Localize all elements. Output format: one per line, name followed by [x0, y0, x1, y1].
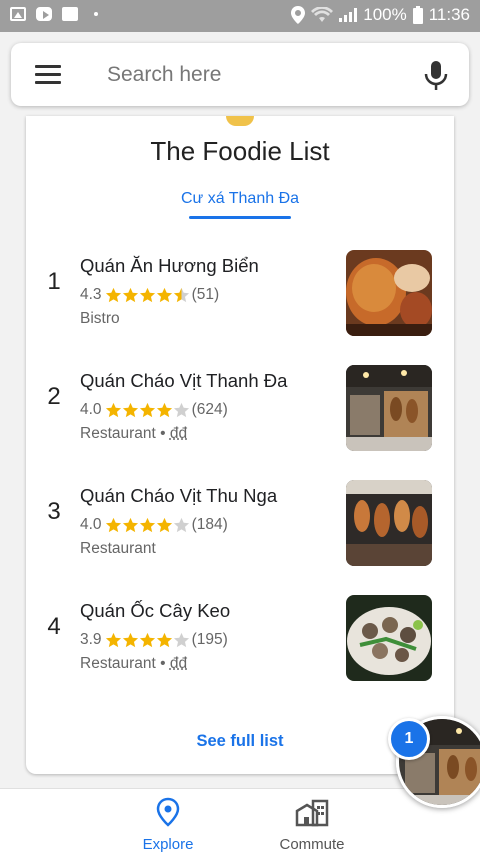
tab-commute-label: Commute [279, 836, 345, 853]
wifi-icon [311, 7, 334, 22]
star-icon [105, 287, 121, 302]
place-name: Quán Ăn Hương Biển [80, 255, 259, 276]
gallery-notification-icon [10, 7, 26, 21]
star-icon [122, 287, 138, 302]
rank-number: 1 [47, 268, 61, 295]
youtube-notification-icon [36, 7, 52, 21]
star-icon [173, 287, 189, 302]
list-item[interactable]: 2 Quán Cháo Vịt Thanh Đa 4.0 (624) Resta… [26, 365, 454, 465]
search-input[interactable] [107, 55, 407, 95]
place-meta: Restaurant [80, 540, 156, 558]
rank-number: 4 [47, 613, 61, 640]
microphone-icon[interactable] [423, 61, 449, 91]
place-name: Quán Cháo Vịt Thu Nga [80, 485, 278, 506]
price-level: đđ [169, 425, 188, 442]
place-name: Quán Cháo Vịt Thanh Đa [80, 370, 288, 391]
star-icon [122, 517, 138, 532]
rating-row: 4.0 (624) [80, 401, 228, 419]
list-item[interactable]: 4 Quán Ốc Cây Keo 3.9 (195) Restaurant •… [26, 595, 454, 695]
activity-notification-icon [62, 7, 78, 21]
more-notifications-dot-icon [94, 12, 98, 16]
list-item[interactable]: 3 Quán Cháo Vịt Thu Nga 4.0 (184) Restau… [26, 480, 454, 580]
commute-buildings-icon [295, 799, 329, 827]
rating-value: 4.3 [80, 286, 102, 303]
place-type: Restaurant [80, 655, 156, 672]
rating-row: 4.0 (184) [80, 516, 228, 534]
price-level: đđ [169, 655, 188, 672]
tab-explore[interactable]: Explore [113, 797, 223, 853]
review-count: (51) [191, 286, 220, 303]
tab-area[interactable]: Cư xá Thanh Đa [178, 190, 302, 219]
signal-icon [339, 8, 358, 22]
rank-number: 3 [47, 498, 61, 525]
star-icon [156, 402, 172, 417]
place-photo [346, 250, 432, 336]
star-icon [173, 517, 189, 532]
rating-value: 4.0 [80, 516, 102, 533]
place-photo [346, 480, 432, 566]
foodie-list-card: The Foodie List Cư xá Thanh Đa 1 Quán Ăn… [26, 116, 454, 774]
star-icon [122, 402, 138, 417]
star-icon [122, 632, 138, 647]
clock: 11:36 [428, 5, 470, 24]
star-icon [139, 517, 155, 532]
card-title: The Foodie List [150, 136, 330, 166]
star-rating [105, 517, 190, 534]
review-count: (195) [191, 631, 228, 648]
tab-explore-label: Explore [142, 836, 194, 853]
star-icon [139, 632, 155, 647]
rating-value: 3.9 [80, 631, 102, 648]
battery-icon [412, 6, 423, 24]
rank-number: 2 [47, 383, 61, 410]
place-type: Restaurant [80, 425, 156, 442]
star-rating [105, 402, 190, 419]
star-icon [156, 517, 172, 532]
battery-percent: 100% [363, 5, 407, 24]
place-meta: Restaurant • đđ [80, 425, 188, 442]
bottom-navigation: Explore Commute [0, 788, 480, 853]
place-type: Bistro [80, 310, 120, 327]
star-icon [139, 287, 155, 302]
review-count: (184) [191, 516, 228, 533]
star-icon [105, 517, 121, 532]
place-meta: Restaurant • đđ [80, 655, 188, 672]
rating-row: 3.9 (195) [80, 631, 228, 649]
star-icon [139, 402, 155, 417]
hamburger-menu-icon[interactable] [35, 65, 61, 85]
star-rating [105, 632, 190, 649]
explore-pin-icon [156, 797, 180, 827]
star-icon [105, 632, 121, 647]
rating-value: 4.0 [80, 401, 102, 418]
status-bar: 100% 11:36 [0, 0, 480, 32]
star-rating [105, 287, 190, 304]
star-icon [173, 632, 189, 647]
location-icon [291, 6, 306, 24]
place-name: Quán Ốc Cây Keo [80, 600, 231, 621]
place-type: Restaurant [80, 540, 156, 557]
list-item[interactable]: 1 Quán Ăn Hương Biển 4.3 (51) Bistro [26, 250, 454, 350]
place-meta: Bistro [80, 310, 120, 328]
notification-icons [10, 7, 98, 21]
star-icon [156, 287, 172, 302]
star-icon [173, 402, 189, 417]
search-bar [11, 43, 469, 106]
star-icon [105, 402, 121, 417]
place-photo [346, 365, 432, 451]
place-photo [346, 595, 432, 681]
notification-count-badge[interactable]: 1 [388, 718, 430, 760]
review-count: (624) [191, 401, 228, 418]
tab-commute[interactable]: Commute [257, 797, 367, 853]
star-icon [156, 632, 172, 647]
rating-row: 4.3 (51) [80, 286, 219, 304]
system-status: 100% 11:36 [291, 5, 470, 25]
medal-icon [226, 116, 254, 126]
